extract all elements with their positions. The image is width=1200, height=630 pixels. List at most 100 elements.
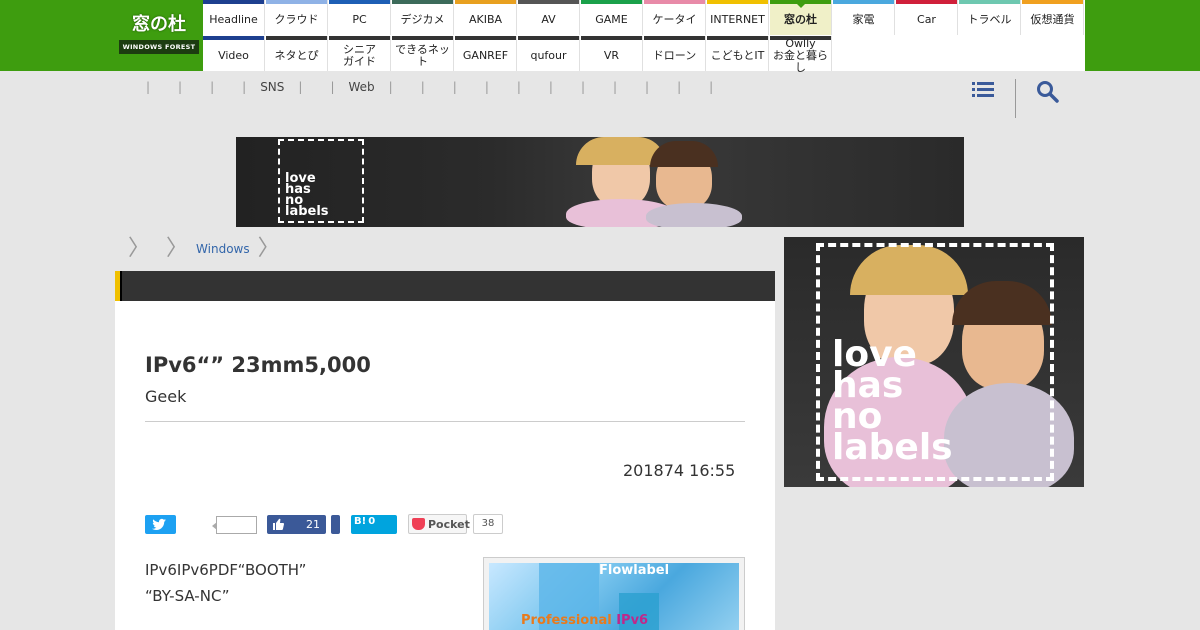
hatena-count: 0	[368, 516, 376, 527]
nav-item[interactable]: AKIBA	[455, 0, 517, 35]
twitter-share-button[interactable]	[145, 515, 176, 534]
nav-item[interactable]: クラウド	[266, 0, 328, 35]
logo-title: 窓の杜	[132, 14, 186, 35]
nav-color-bar	[644, 0, 705, 4]
nav-item[interactable]: Video	[203, 36, 265, 71]
nav-item[interactable]: INTERNET	[707, 0, 769, 35]
banner-child-photo	[650, 141, 718, 167]
nav-color-bar	[833, 0, 894, 4]
nav-item-label: Headline	[209, 12, 258, 26]
nav-item-label: VR	[603, 48, 620, 62]
facebook-like-button[interactable]: 21	[267, 515, 326, 534]
subnav-separator: |	[452, 80, 457, 94]
article-card: IPv6“” 23mm5,000 Geek 201874 16:55 21 B!…	[115, 301, 775, 630]
nav-item[interactable]: ケータイ	[644, 0, 706, 35]
twitter-icon	[152, 518, 166, 530]
nav-item-label: INTERNET	[710, 12, 765, 26]
site-logo[interactable]: 窓の杜 WINDOWS FOREST	[119, 10, 199, 56]
twitter-count	[212, 516, 257, 534]
breadcrumb-chevron-icon: 〉	[128, 236, 151, 261]
nav-color-bar	[896, 0, 957, 4]
facebook-count: 21	[306, 518, 320, 531]
subnav-separator: |	[420, 80, 425, 94]
nav-item[interactable]: シニア ガイド	[329, 36, 391, 71]
nav-item-label: AKIBA	[468, 12, 503, 26]
nav-item[interactable]: ネタとぴ	[266, 36, 328, 71]
nav-item[interactable]: できるネット	[392, 36, 454, 71]
hatena-bookmark-button[interactable]: B! 0	[351, 515, 397, 534]
subnav-separator: |	[580, 80, 585, 94]
nav-color-bar	[581, 36, 642, 40]
nav-item[interactable]: 仮想通貨	[1022, 0, 1084, 35]
nav-color-bar	[707, 36, 768, 40]
nav-item-label: PC	[352, 12, 367, 26]
article-body: IPv6IPv6PDF“BOOTH” “BY-SA-NC”	[145, 557, 306, 609]
nav-item-label: ドローン	[652, 48, 697, 62]
article-figure[interactable]: Flowlabel Professional IPv6	[483, 557, 745, 630]
top-ad-banner[interactable]: love has no labels	[236, 137, 964, 227]
nav-item[interactable]: VR	[581, 36, 643, 71]
nav-color-bar	[203, 36, 264, 40]
nav-item[interactable]: qufour	[518, 36, 580, 71]
menu-icon[interactable]	[972, 81, 994, 99]
subnav-separator: |	[210, 80, 215, 94]
nav-item[interactable]: デジカメ	[392, 0, 454, 35]
nav-item[interactable]: Owlly お金と暮らし	[770, 36, 832, 73]
site-header: 窓の杜 WINDOWS FOREST Headline クラウド PC デジカメ AKI…	[0, 0, 1200, 73]
search-icon[interactable]	[1036, 80, 1060, 104]
nav-item[interactable]: GANREF	[455, 36, 517, 71]
thumbs-up-icon	[273, 518, 285, 530]
nav-color-bar	[455, 0, 516, 4]
article-subtitle: Geek	[145, 387, 187, 406]
article-paragraph: IPv6IPv6PDF“BOOTH”	[145, 561, 307, 579]
nav-item[interactable]: Headline	[203, 0, 265, 35]
nav-item-label: 家電	[852, 12, 875, 26]
nav-item[interactable]: Car	[896, 0, 958, 35]
subnav-separator: |	[516, 80, 521, 94]
nav-color-bar	[266, 0, 327, 4]
nav-item-label: Video	[218, 48, 249, 62]
nav-color-bar	[959, 0, 1020, 4]
nav-item[interactable]: PC	[329, 0, 391, 35]
nav-color-bar	[644, 36, 705, 40]
header-divider	[1015, 79, 1016, 118]
nav-item-label: トラベル	[967, 12, 1012, 26]
nav-item-label: GAME	[595, 12, 628, 26]
subnav-separator: |	[613, 80, 618, 94]
article-paragraph: “BY-SA-NC”	[145, 587, 230, 605]
nav-color-bar	[266, 36, 327, 40]
nav-item-label: 窓の杜	[784, 12, 817, 26]
nav-item-label: 仮想通貨	[1030, 12, 1075, 26]
banner-child-photo	[646, 203, 742, 227]
article-date: 201874 16:55	[623, 461, 736, 480]
pocket-button[interactable]: Pocket	[408, 514, 470, 534]
subnav-item[interactable]: Web	[349, 80, 375, 94]
side-ad-banner[interactable]: love has no labels	[784, 237, 1084, 487]
title-divider	[145, 421, 745, 422]
subnav-separator: |	[709, 80, 714, 94]
nav-item-label: できるネット	[395, 42, 450, 68]
facebook-share-button[interactable]	[331, 515, 340, 534]
nav-item-label: ネタとぴ	[274, 48, 319, 62]
hatena-label: B! 0	[354, 516, 375, 527]
nav-item[interactable]: トラベル	[959, 0, 1021, 35]
logo-subtitle: WINDOWS FOREST	[119, 40, 199, 54]
nav-color-bar	[581, 0, 642, 4]
subnav-separator: |	[178, 80, 183, 94]
nav-color-bar	[203, 0, 264, 4]
pocket-label: Pocket	[428, 518, 470, 531]
nav-item[interactable]: 窓の杜	[770, 0, 832, 35]
nav-item[interactable]: ドローン	[644, 36, 706, 71]
nav-item[interactable]: こどもとIT	[707, 36, 769, 71]
category-subnav: | | | | SNS | | Web | | | | | | | | | | |	[130, 78, 729, 96]
nav-item[interactable]: 家電	[833, 0, 895, 35]
subnav-item[interactable]: SNS	[260, 80, 284, 94]
nav-item[interactable]: GAME	[581, 0, 643, 35]
subnav-separator: |	[548, 80, 553, 94]
nav-color-bar	[1022, 0, 1083, 4]
nav-item-label: クラウド	[274, 12, 319, 26]
nav-item[interactable]: AV	[518, 0, 580, 35]
subnav-separator: |	[242, 80, 247, 94]
breadcrumb-windows[interactable]: Windows	[196, 242, 250, 256]
nav-color-bar	[518, 0, 579, 4]
